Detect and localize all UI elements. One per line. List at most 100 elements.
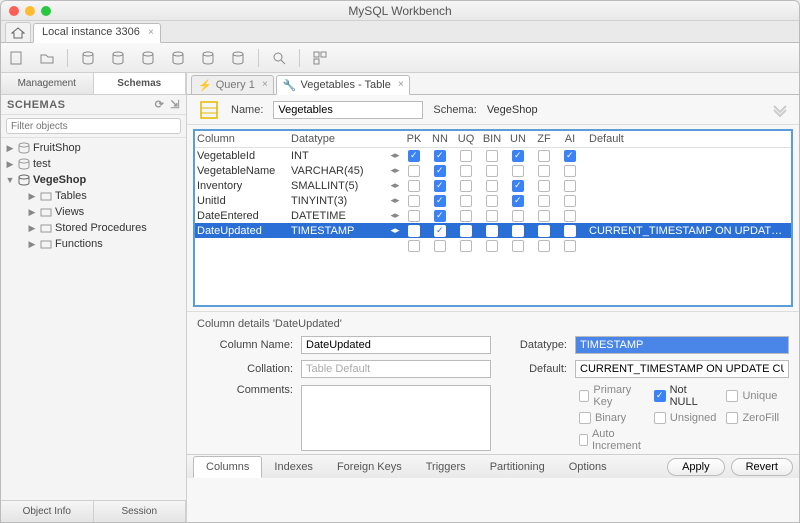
checkbox[interactable] — [512, 210, 524, 222]
checkbox[interactable] — [434, 180, 446, 192]
tab-columns[interactable]: Columns — [193, 456, 262, 478]
checkbox[interactable] — [460, 165, 472, 177]
close-icon[interactable]: × — [398, 79, 404, 90]
schema-item-vegeshop[interactable]: VegeShop — [1, 172, 186, 188]
minimize-icon[interactable] — [25, 6, 35, 16]
tab-management[interactable]: Management — [1, 73, 94, 94]
checkbox[interactable] — [486, 150, 498, 162]
checkbox[interactable] — [564, 180, 576, 192]
checkbox[interactable] — [408, 150, 420, 162]
dropdown-icon[interactable]: ◂▸ — [389, 225, 401, 236]
tab-foreign-keys[interactable]: Foreign Keys — [325, 457, 414, 477]
checkbox[interactable] — [564, 195, 576, 207]
db-tool-icon[interactable] — [168, 48, 188, 68]
check-not-null[interactable]: Not NULL — [654, 384, 717, 408]
table-name-input[interactable] — [273, 101, 423, 119]
default-input[interactable] — [575, 360, 789, 378]
dashboard-icon[interactable] — [310, 48, 330, 68]
checkbox[interactable] — [538, 225, 550, 237]
checkbox[interactable] — [408, 180, 420, 192]
table-row[interactable]: VegetableIdINT◂▸ — [195, 148, 791, 163]
tab-indexes[interactable]: Indexes — [262, 457, 325, 477]
columns-grid[interactable]: Column Datatype PK NN UQ BIN UN ZF AI De… — [193, 129, 793, 307]
tab-partitioning[interactable]: Partitioning — [478, 457, 557, 477]
checkbox[interactable] — [460, 150, 472, 162]
checkbox[interactable] — [538, 150, 550, 162]
connection-tab[interactable]: Local instance 3306 × — [33, 23, 161, 43]
home-tab[interactable] — [5, 22, 31, 42]
checkbox[interactable] — [408, 165, 420, 177]
db-tool-icon[interactable] — [228, 48, 248, 68]
tab-schemas[interactable]: Schemas — [94, 73, 187, 94]
checkbox[interactable] — [460, 195, 472, 207]
expand-icon[interactable]: ⇲ — [170, 98, 180, 111]
chevron-down-icon[interactable] — [771, 101, 789, 119]
dropdown-icon[interactable]: ◂▸ — [389, 165, 401, 176]
table-row-placeholder[interactable] — [195, 238, 791, 253]
checkbox[interactable] — [512, 225, 524, 237]
checkbox[interactable] — [538, 195, 550, 207]
checkbox[interactable] — [512, 195, 524, 207]
checkbox[interactable] — [486, 165, 498, 177]
revert-button[interactable]: Revert — [731, 458, 793, 476]
table-row[interactable]: InventorySMALLINT(5)◂▸ — [195, 178, 791, 193]
close-icon[interactable]: × — [148, 27, 154, 38]
checkbox[interactable] — [434, 225, 446, 237]
tab-triggers[interactable]: Triggers — [414, 457, 478, 477]
check-unique[interactable]: Unique — [726, 384, 789, 408]
table-row[interactable]: UnitIdTINYINT(3)◂▸ — [195, 193, 791, 208]
db-tool-icon[interactable] — [138, 48, 158, 68]
dropdown-icon[interactable]: ◂▸ — [389, 150, 401, 161]
check-binary[interactable]: Binary — [579, 412, 644, 424]
checkbox[interactable] — [564, 165, 576, 177]
check-zerofill[interactable]: ZeroFill — [726, 412, 789, 424]
footer-tab-session[interactable]: Session — [94, 501, 187, 522]
search-icon[interactable] — [269, 48, 289, 68]
comments-textarea[interactable] — [301, 385, 491, 451]
checkbox[interactable] — [538, 180, 550, 192]
checkbox[interactable] — [486, 180, 498, 192]
checkbox[interactable] — [434, 195, 446, 207]
tab-options[interactable]: Options — [557, 457, 619, 477]
checkbox[interactable] — [408, 195, 420, 207]
filter-input[interactable] — [6, 118, 181, 134]
checkbox[interactable] — [408, 225, 420, 237]
column-name-input[interactable] — [301, 336, 491, 354]
checkbox[interactable] — [460, 210, 472, 222]
checkbox[interactable] — [460, 225, 472, 237]
maximize-icon[interactable] — [41, 6, 51, 16]
dropdown-icon[interactable]: ◂▸ — [389, 195, 401, 206]
checkbox[interactable] — [460, 180, 472, 192]
tree-item-views[interactable]: Views — [1, 204, 186, 220]
checkbox[interactable] — [486, 195, 498, 207]
check-primary-key[interactable]: Primary Key — [579, 384, 644, 408]
db-tool-icon[interactable] — [78, 48, 98, 68]
checkbox[interactable] — [538, 165, 550, 177]
tree-item-tables[interactable]: Tables — [1, 188, 186, 204]
checkbox[interactable] — [564, 225, 576, 237]
checkbox[interactable] — [512, 150, 524, 162]
checkbox[interactable] — [512, 180, 524, 192]
checkbox[interactable] — [564, 210, 576, 222]
open-sql-icon[interactable] — [37, 48, 57, 68]
checkbox[interactable] — [434, 150, 446, 162]
schema-item-fruitshop[interactable]: FruitShop — [1, 140, 186, 156]
checkbox[interactable] — [434, 210, 446, 222]
checkbox[interactable] — [538, 210, 550, 222]
checkbox[interactable] — [486, 210, 498, 222]
close-icon[interactable]: × — [262, 79, 268, 90]
dropdown-icon[interactable]: ◂▸ — [389, 180, 401, 191]
db-tool-icon[interactable] — [198, 48, 218, 68]
checkbox[interactable] — [408, 210, 420, 222]
table-row[interactable]: VegetableNameVARCHAR(45)◂▸ — [195, 163, 791, 178]
tab-vegetables[interactable]: 🔧 Vegetables - Table × — [276, 75, 410, 95]
checkbox[interactable] — [434, 165, 446, 177]
new-sql-icon[interactable] — [7, 48, 27, 68]
table-row[interactable]: DateUpdatedTIMESTAMP◂▸CURRENT_TIMESTAMP … — [195, 223, 791, 238]
db-tool-icon[interactable] — [108, 48, 128, 68]
refresh-icon[interactable]: ⟳ — [155, 98, 165, 111]
tab-query1[interactable]: ⚡ Query 1 × — [191, 75, 274, 95]
footer-tab-object-info[interactable]: Object Info — [1, 501, 94, 522]
tree-item-functions[interactable]: Functions — [1, 236, 186, 252]
check-auto-increment[interactable]: Auto Increment — [579, 428, 644, 452]
